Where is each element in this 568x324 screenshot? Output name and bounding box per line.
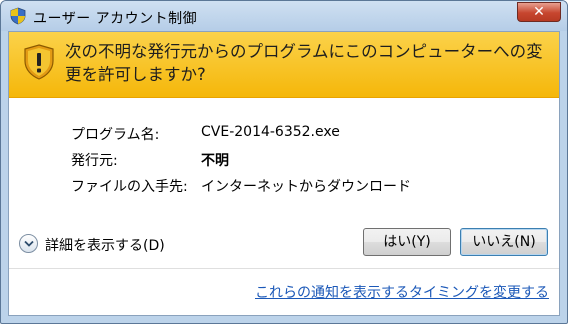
warning-shield-icon [24, 44, 54, 80]
file-origin-value: インターネットからダウンロード [201, 179, 411, 195]
notification-settings-link[interactable]: これらの通知を表示するタイミングを変更する [255, 282, 549, 302]
warning-message: 次の不明な発行元からのプログラムにこのコンピューターへの変更を許可しますか? [65, 42, 543, 84]
file-origin-label: ファイルの入手先: [71, 179, 188, 195]
close-icon: ✕ [533, 4, 545, 20]
publisher-label: 発行元: [71, 153, 118, 169]
no-button[interactable]: いいえ(N) [460, 228, 548, 256]
program-name-value: CVE-2014-6352.exe [201, 124, 340, 140]
title-bar[interactable]: ユーザー アカウント制御 ✕ [1, 1, 567, 31]
window-title: ユーザー アカウント制御 [33, 11, 198, 27]
footer-divider [9, 268, 559, 269]
uac-dialog: ユーザー アカウント制御 ✕ 次の不明な発行元からのプログラムにこのコンピュータ… [0, 0, 568, 324]
close-button[interactable]: ✕ [517, 2, 561, 22]
publisher-value: 不明 [201, 153, 229, 169]
yes-button[interactable]: はい(Y) [363, 228, 451, 256]
dialog-body: 次の不明な発行元からのプログラムにこのコンピューターへの変更を許可しますか? プ… [8, 31, 560, 316]
uac-shield-icon [10, 7, 26, 25]
program-name-label: プログラム名: [71, 127, 160, 143]
warning-banner: 次の不明な発行元からのプログラムにこのコンピューターへの変更を許可しますか? [9, 32, 559, 98]
chevron-down-icon[interactable] [19, 234, 38, 253]
show-details-label[interactable]: 詳細を表示する(D) [45, 235, 165, 255]
